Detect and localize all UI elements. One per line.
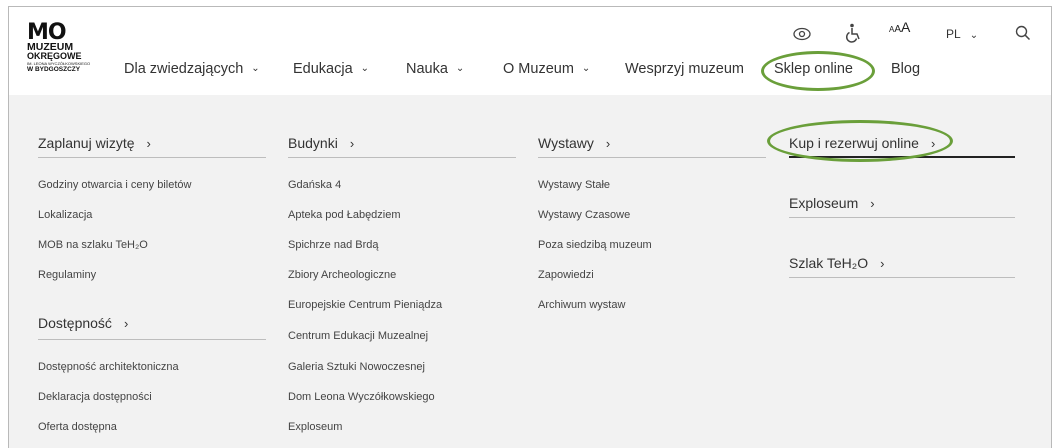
divider <box>38 157 266 158</box>
search-icon[interactable] <box>1015 25 1031 46</box>
heading-label: Kup i rezerwuj online <box>789 135 919 151</box>
menu-link[interactable]: Dom Leona Wyczółkowskiego <box>288 391 435 403</box>
menu-link[interactable]: Poza siedzibą muzeum <box>538 239 652 251</box>
nav-label: Dla zwiedzających <box>124 61 244 77</box>
menu-link[interactable]: Zbiory Archeologiczne <box>288 269 396 281</box>
nav-label: O Muzeum <box>503 61 574 77</box>
divider <box>538 157 766 158</box>
menu-link[interactable]: Oferta dostępna <box>38 421 117 433</box>
heading-label: Zaplanuj wizytę <box>38 135 135 151</box>
heading-label: Szlak TeH₂O <box>789 255 869 271</box>
heading-label: Wystawy <box>538 135 594 151</box>
chevron-down-icon: ⌄ <box>581 63 591 74</box>
nav-wesprzyj-muzeum[interactable]: Wesprzyj muzeum <box>625 59 744 79</box>
language-label: PL <box>946 27 961 41</box>
browser-frame: MO MUZEUM OKRĘGOWE IM. LEONA WYCZÓŁKOWSK… <box>8 6 1052 448</box>
eye-icon[interactable] <box>793 27 811 46</box>
mega-menu: Zaplanuj wizytę › Godziny otwarcia i ceny… <box>9 95 1051 448</box>
menu-link[interactable]: Archiwum wystaw <box>538 299 625 311</box>
logo-mark: MO <box>27 20 67 45</box>
menu-link[interactable]: MOB na szlaku TeH₂O <box>38 239 148 251</box>
menu-heading-dostepnosc[interactable]: Dostępność › <box>38 315 128 331</box>
menu-heading-kup-i-rezerwuj[interactable]: Kup i rezerwuj online › <box>789 135 935 151</box>
heading-label: Exploseum <box>789 195 859 211</box>
menu-link[interactable]: Wystawy Czasowe <box>538 209 630 221</box>
chevron-right-icon: › <box>870 196 875 211</box>
menu-link[interactable]: Centrum Edukacji Muzealnej <box>288 330 428 342</box>
chevron-down-icon: ⌄ <box>969 30 979 41</box>
menu-link[interactable]: Regulaminy <box>38 269 96 281</box>
menu-link[interactable]: Wystawy Stałe <box>538 179 610 191</box>
menu-link[interactable]: Lokalizacja <box>38 209 92 221</box>
nav-sklep-online[interactable]: Sklep online <box>774 59 853 79</box>
divider <box>789 217 1015 218</box>
wheelchair-icon[interactable] <box>845 23 863 48</box>
menu-link[interactable]: Zapowiedzi <box>538 269 594 281</box>
chevron-right-icon: › <box>930 136 936 151</box>
chevron-right-icon: › <box>146 136 151 151</box>
museum-logo[interactable]: MO MUZEUM OKRĘGOWE IM. LEONA WYCZÓŁKOWSK… <box>27 20 117 83</box>
nav-blog[interactable]: Blog <box>891 59 920 79</box>
heading-label: Budynki <box>288 135 338 151</box>
nav-o-muzeum[interactable]: O Muzeum ⌄ <box>503 59 590 81</box>
chevron-down-icon: ⌄ <box>360 63 370 74</box>
logo-line-4: W BYDGOSZCZY <box>27 66 81 73</box>
menu-link[interactable]: Deklaracja dostępności <box>38 391 152 403</box>
heading-label: Dostępność <box>38 315 112 331</box>
chevron-down-icon: ⌄ <box>251 63 260 74</box>
menu-heading-zaplanuj-wizyte[interactable]: Zaplanuj wizytę › <box>38 135 151 151</box>
menu-link[interactable]: Europejskie Centrum Pieniądza <box>288 299 442 311</box>
chevron-right-icon: › <box>880 256 885 271</box>
menu-heading-szlak-teh2o[interactable]: Szlak TeH₂O › <box>789 255 884 271</box>
font-size-controls: AAA <box>889 19 910 37</box>
site-header: MO MUZEUM OKRĘGOWE IM. LEONA WYCZÓŁKOWSK… <box>9 7 1051 95</box>
logo-line-2: OKRĘGOWE <box>27 51 82 61</box>
nav-edukacja[interactable]: Edukacja ⌄ <box>293 59 369 81</box>
menu-heading-wystawy[interactable]: Wystawy › <box>538 135 610 151</box>
menu-heading-exploseum[interactable]: Exploseum › <box>789 195 875 211</box>
font-size-large-button[interactable]: A <box>901 19 910 35</box>
chevron-right-icon: › <box>123 316 129 331</box>
chevron-right-icon: › <box>605 136 611 151</box>
language-selector[interactable]: PL ⌄ <box>946 27 978 41</box>
nav-label: Edukacja <box>293 61 353 77</box>
menu-link[interactable]: Exploseum <box>288 421 342 433</box>
divider <box>38 339 266 340</box>
nav-dla-zwiedzajacych[interactable]: Dla zwiedzających ⌄ <box>124 59 260 81</box>
nav-label: Nauka <box>406 61 448 77</box>
chevron-right-icon: › <box>349 136 355 151</box>
nav-nauka[interactable]: Nauka ⌄ <box>406 59 464 81</box>
chevron-down-icon: ⌄ <box>455 63 465 74</box>
divider-active <box>789 156 1015 158</box>
divider <box>789 277 1015 278</box>
menu-link[interactable]: Gdańska 4 <box>288 179 341 191</box>
font-size-medium-button[interactable]: A <box>894 24 901 35</box>
divider <box>288 157 516 158</box>
menu-link[interactable]: Godziny otwarcia i ceny biletów <box>38 179 191 191</box>
menu-heading-budynki[interactable]: Budynki › <box>288 135 354 151</box>
menu-link[interactable]: Apteka pod Łabędziem <box>288 209 401 221</box>
menu-link[interactable]: Dostępność architektoniczna <box>38 361 179 373</box>
menu-link[interactable]: Spichrze nad Brdą <box>288 239 379 251</box>
menu-link[interactable]: Galeria Sztuki Nowoczesnej <box>288 361 425 373</box>
